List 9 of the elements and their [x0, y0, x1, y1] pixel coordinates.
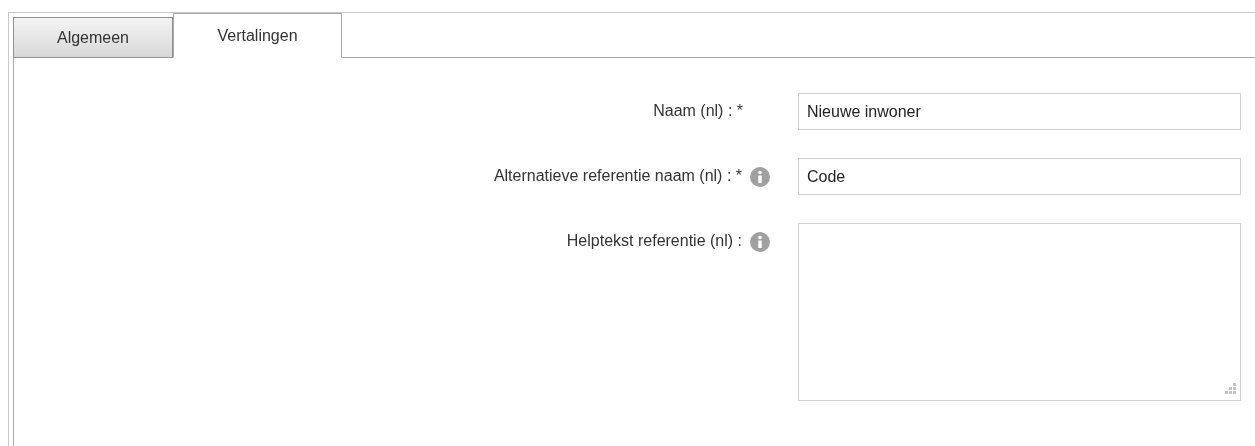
field-label: Naam (nl) : *: [653, 102, 743, 120]
field-label: Alternatieve referentie naam (nl) : *: [493, 167, 742, 185]
tab[interactable]: Vertalingen: [173, 13, 342, 58]
field-label: Helptekst referentie (nl) :: [566, 232, 742, 250]
text-field[interactable]: Nieuwe inwoner: [798, 93, 1241, 130]
text-field[interactable]: Code: [798, 158, 1241, 195]
info-icon[interactable]: [750, 232, 770, 252]
info-icon[interactable]: [750, 167, 770, 187]
tab[interactable]: Algemeen: [13, 17, 173, 58]
